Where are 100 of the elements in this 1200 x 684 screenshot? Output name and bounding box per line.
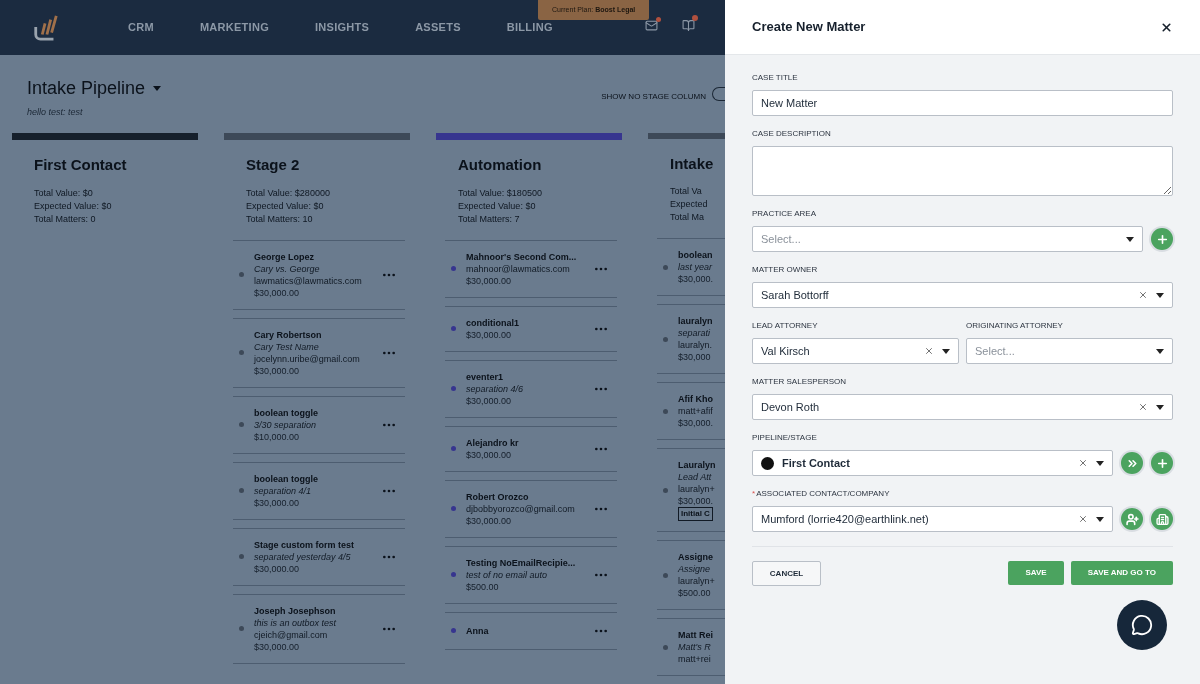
card-title[interactable]: Testing NoEmailRecipie... bbox=[466, 556, 583, 569]
matter-card[interactable]: boolean toggle separation 4/1 $30,000.00 bbox=[233, 461, 405, 520]
card-title[interactable]: boolean bbox=[678, 249, 725, 261]
card-title[interactable]: Lauralyn bbox=[678, 459, 725, 471]
card-note: Assigne bbox=[678, 563, 712, 575]
card-amount: $30,000. bbox=[678, 273, 715, 285]
add-button[interactable] bbox=[1151, 452, 1173, 474]
dropdown-caret-icon[interactable] bbox=[1096, 516, 1104, 522]
card-amount: $30,000.00 bbox=[254, 640, 301, 653]
matter-card[interactable]: boolean toggle 3/30 separation $10,000.00 bbox=[233, 395, 405, 454]
card-title[interactable]: conditional1 bbox=[466, 316, 583, 329]
select-value: Sarah Bottorff bbox=[761, 287, 830, 303]
card-title[interactable]: Anna bbox=[466, 624, 583, 637]
cancel-button[interactable]: CANCEL bbox=[752, 561, 821, 586]
card-email: cjeich@gmail.com bbox=[254, 628, 329, 641]
panel-title: Create New Matter bbox=[752, 18, 866, 37]
card-title[interactable]: Afif Kho bbox=[678, 393, 725, 405]
card-email: lauralyn+ bbox=[678, 575, 716, 587]
card-email: lauralyn+ bbox=[678, 483, 716, 495]
select-field[interactable]: Sarah Bottorff bbox=[752, 282, 1173, 308]
matter-card[interactable]: Alejandro kr $30,000.00 bbox=[445, 425, 617, 472]
matter-card[interactable]: conditional1 $30,000.00 bbox=[445, 305, 617, 352]
nav-link[interactable]: CRM bbox=[128, 19, 154, 36]
select-value: Val Kirsch bbox=[761, 343, 811, 359]
select-field[interactable]: Devon Roth bbox=[752, 394, 1173, 420]
book-icon[interactable] bbox=[682, 19, 695, 32]
save-button[interactable]: SAVE AND GO TO bbox=[1070, 561, 1173, 585]
select-field[interactable]: Mumford (lorrie420@earthlink.net) bbox=[752, 506, 1113, 532]
select-value: Mumford (lorrie420@earthlink.net) bbox=[761, 511, 930, 527]
dropdown-caret-icon[interactable] bbox=[1156, 404, 1164, 410]
card-title[interactable]: eventer1 bbox=[466, 370, 583, 383]
card-title[interactable]: lauralyn bbox=[678, 315, 725, 327]
matter-card[interactable]: eventer1 separation 4/6 $30,000.00 bbox=[445, 359, 617, 418]
logo-icon[interactable] bbox=[32, 13, 60, 42]
card-title[interactable]: Joseph Josephson bbox=[254, 604, 371, 617]
building-icon bbox=[1155, 512, 1169, 526]
card-title[interactable]: Alejandro kr bbox=[466, 436, 583, 449]
nav-link[interactable]: BILLING bbox=[506, 19, 553, 36]
card-amount: $30,000.00 bbox=[466, 274, 513, 287]
card-amount: $30,000.00 bbox=[466, 394, 513, 407]
card-note: Cary vs. George bbox=[254, 262, 321, 275]
save-button[interactable]: SAVE bbox=[1008, 561, 1064, 585]
close-icon[interactable] bbox=[1160, 20, 1173, 34]
mail-icon[interactable] bbox=[645, 19, 658, 32]
select-field[interactable]: Select... bbox=[752, 226, 1143, 252]
matter-card[interactable]: Cary Robertson Cary Test Name jocelynn.uribe@gmail.com $30,000.00 bbox=[233, 317, 405, 388]
clear-icon[interactable] bbox=[1078, 458, 1088, 468]
nav-link[interactable]: MARKETING bbox=[199, 19, 269, 36]
select-field[interactable]: First Contact bbox=[752, 450, 1113, 476]
stage-name: Intake bbox=[669, 153, 715, 174]
add-button[interactable] bbox=[1151, 228, 1173, 250]
select-field[interactable]: Val Kirsch bbox=[752, 338, 959, 364]
select-field[interactable]: Select... bbox=[966, 338, 1173, 364]
card-email: matt+rei bbox=[678, 653, 712, 665]
matter-card[interactable]: Testing NoEmailRecipie... test of no email auto $500.00 bbox=[445, 545, 617, 604]
matter-card[interactable]: Mahnoor's Second Com... mahnoor@lawmatics.com $30,000.00 bbox=[445, 239, 617, 298]
dropdown-caret-icon[interactable] bbox=[1096, 460, 1104, 466]
clear-icon[interactable] bbox=[924, 346, 934, 356]
clear-icon[interactable] bbox=[1138, 402, 1148, 412]
card-title[interactable]: boolean toggle bbox=[254, 472, 371, 485]
stage-name: Stage 2 bbox=[245, 155, 301, 175]
dropdown-caret-icon[interactable] bbox=[1156, 348, 1164, 354]
stage-stat: Expected bbox=[670, 198, 709, 211]
pipeline-title[interactable]: Intake Pipeline bbox=[27, 75, 146, 102]
card-title[interactable]: Robert Orozco bbox=[466, 490, 583, 503]
dropdown-caret-icon[interactable] bbox=[1156, 292, 1164, 298]
card-amount: $500.00 bbox=[678, 587, 712, 599]
card-note: this is an outbox test bbox=[254, 616, 338, 629]
card-title[interactable]: Mahnoor's Second Com... bbox=[466, 250, 583, 263]
matter-card[interactable]: George Lopez Cary vs. George lawmatics@lawmatics.com $30,000.00 bbox=[233, 239, 405, 310]
card-title[interactable]: Stage custom form test bbox=[254, 538, 371, 551]
matter-card[interactable]: Robert Orozco djbobbyorozco@gmail.com $30,000.00 bbox=[445, 479, 617, 538]
text-field[interactable]: New Matter bbox=[752, 90, 1173, 116]
add-person-button[interactable] bbox=[1121, 508, 1143, 530]
card-amount: $500.00 bbox=[466, 580, 500, 593]
clear-icon[interactable] bbox=[1078, 514, 1088, 524]
card-title[interactable]: George Lopez bbox=[254, 250, 371, 263]
add-company-button[interactable] bbox=[1151, 508, 1173, 530]
card-title[interactable]: Matt Rei bbox=[678, 629, 725, 641]
stage-name: First Contact bbox=[33, 155, 128, 175]
dropdown-caret-icon[interactable] bbox=[1126, 236, 1134, 242]
card-note: separati bbox=[678, 327, 712, 339]
card-title[interactable]: boolean toggle bbox=[254, 406, 371, 419]
stage-stat: Expected Value: $0 bbox=[458, 199, 537, 213]
dropdown-caret-icon[interactable] bbox=[942, 348, 950, 354]
card-amount: $30,000.00 bbox=[254, 364, 301, 377]
plus-icon bbox=[1155, 456, 1169, 470]
select-placeholder: Select... bbox=[975, 343, 1016, 359]
card-title[interactable]: Assigne bbox=[678, 551, 725, 563]
matter-card[interactable]: Joseph Josephson this is an outbox test cjeich@gmail.com $30,000.00 bbox=[233, 593, 405, 664]
clear-icon[interactable] bbox=[1138, 290, 1148, 300]
description-field[interactable] bbox=[752, 146, 1173, 196]
nav-link[interactable]: INSIGHTS bbox=[315, 19, 370, 36]
matter-card[interactable]: Anna bbox=[445, 611, 617, 650]
chat-button[interactable] bbox=[1117, 600, 1167, 650]
nav-link[interactable]: ASSETS bbox=[415, 19, 461, 36]
advance-button[interactable] bbox=[1121, 452, 1143, 474]
matter-card[interactable]: Stage custom form test separated yesterday 4/5 $30,000.00 bbox=[233, 527, 405, 586]
card-note: separation 4/6 bbox=[466, 382, 525, 395]
card-title[interactable]: Cary Robertson bbox=[254, 328, 371, 341]
